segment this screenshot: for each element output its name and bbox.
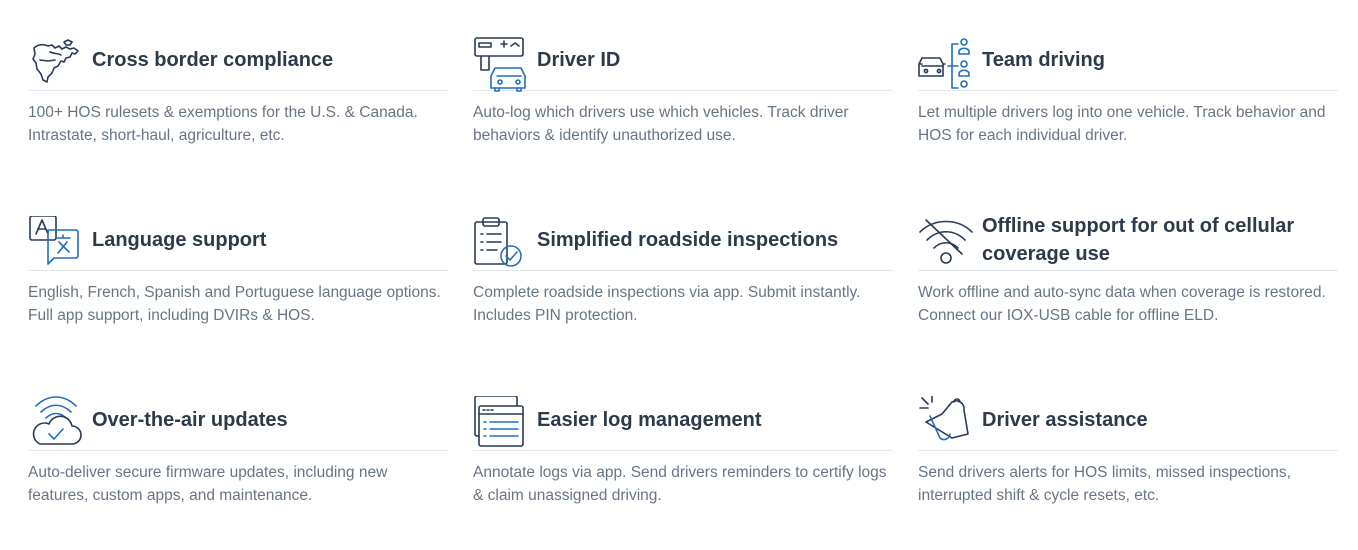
feature-card-header: Driver assistance [918, 390, 1338, 451]
feature-title: Driver assistance [982, 409, 1148, 431]
feature-card-header: Driver ID [473, 30, 893, 92]
feature-description: English, French, Spanish and Portuguese … [28, 284, 441, 324]
feature-card-header: Easier log management [473, 390, 893, 451]
feature-card-log-management: Easier log management Annotate logs via … [473, 390, 893, 507]
feature-card-header: Simplified roadside inspections [473, 210, 893, 271]
feature-title: Team driving [982, 49, 1105, 71]
feature-title: Offline support for out of cellular cove… [982, 215, 1295, 265]
feature-title: Over-the-air updates [92, 409, 288, 431]
feature-card-header: Offline support for out of cellular cove… [918, 210, 1338, 271]
feature-description: Annotate logs via app. Send drivers remi… [473, 464, 887, 504]
feature-description: Let multiple drivers log into one vehicl… [918, 104, 1326, 144]
feature-card-ota-updates: Over-the-air updates Auto-deliver secure… [28, 390, 448, 507]
clipboard-check-icon [473, 216, 529, 272]
feature-description: 100+ HOS rulesets & exemptions for the U… [28, 104, 418, 144]
feature-card-driver-assistance: Driver assistance Send drivers alerts fo… [918, 390, 1338, 507]
log-windows-icon [473, 396, 529, 452]
feature-title: Simplified roadside inspections [537, 229, 839, 251]
feature-card-header: Over-the-air updates [28, 390, 448, 451]
feature-description: Auto-deliver secure firmware updates, in… [28, 464, 388, 504]
feature-description: Auto-log which drivers use which vehicle… [473, 104, 849, 144]
feature-card-driver-id: Driver ID Auto-log which drivers use whi… [473, 30, 893, 147]
feature-description: Send drivers alerts for HOS limits, miss… [918, 464, 1291, 504]
bell-alert-icon [918, 396, 974, 452]
team-driving-icon [918, 36, 974, 92]
driver-id-card-icon [473, 36, 529, 92]
wifi-off-icon [918, 216, 974, 272]
feature-grid: Cross border compliance 100+ HOS ruleset… [0, 0, 1358, 550]
north-america-map-icon [28, 36, 84, 92]
cloud-update-icon [28, 396, 84, 452]
feature-card-team-driving: Team driving Let multiple drivers log in… [918, 30, 1338, 147]
feature-card-cross-border: Cross border compliance 100+ HOS ruleset… [28, 30, 448, 147]
feature-title: Driver ID [537, 49, 621, 71]
feature-card-header: Team driving [918, 30, 1338, 91]
feature-description: Complete roadside inspections via app. S… [473, 284, 861, 324]
feature-card-roadside-inspections: Simplified roadside inspections Complete… [473, 210, 893, 327]
feature-card-language-support: Language support English, French, Spanis… [28, 210, 448, 327]
language-translate-icon [28, 216, 84, 272]
feature-title: Language support [92, 229, 267, 251]
feature-title: Cross border compliance [92, 49, 334, 71]
feature-description: Work offline and auto-sync data when cov… [918, 284, 1326, 324]
feature-card-header: Cross border compliance [28, 30, 448, 91]
feature-title: Easier log management [537, 409, 762, 431]
feature-card-header: Language support [28, 210, 448, 271]
feature-card-offline-support: Offline support for out of cellular cove… [918, 210, 1338, 327]
